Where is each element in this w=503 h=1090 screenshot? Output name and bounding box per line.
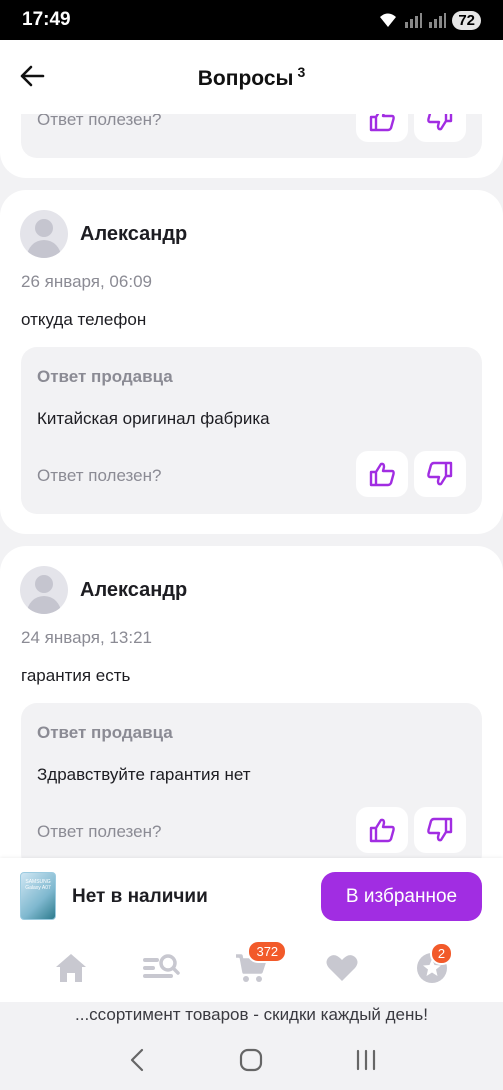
bottom-tab-bar: 372 2 — [0, 934, 503, 1002]
thumbs-down-icon — [427, 114, 453, 131]
thumbs-down-icon — [427, 817, 453, 842]
dislike-button[interactable] — [414, 807, 466, 853]
tab-profile[interactable]: 2 — [408, 942, 456, 992]
add-to-favorites-button[interactable]: В избранное — [321, 872, 482, 921]
dislike-button[interactable] — [414, 114, 466, 142]
thumbs-up-icon — [369, 114, 395, 132]
seller-answer: Ответ продавца Здравствуйте гарантия нет… — [21, 703, 482, 858]
page-title-text: Вопросы — [197, 66, 294, 90]
header: Вопросы 3 — [0, 40, 503, 114]
question-date: 24 января, 13:21 — [21, 628, 152, 647]
answer-label: Ответ продавца — [37, 723, 173, 742]
status-time: 17:49 — [22, 9, 71, 30]
author-name: Александр — [80, 578, 188, 601]
answer-label: Ответ продавца — [37, 367, 173, 386]
question-text: откуда телефон — [21, 310, 147, 329]
battery-level: 72 — [452, 10, 481, 30]
helpful-label: Ответ полезен? — [37, 114, 162, 129]
nav-back-button[interactable] — [117, 1040, 157, 1080]
thumbs-up-icon — [369, 818, 395, 843]
avatar — [20, 566, 68, 614]
home-circle-icon — [240, 1048, 263, 1072]
avatar — [20, 210, 68, 258]
like-button[interactable] — [356, 807, 408, 853]
profile-notification-badge: 2 — [429, 942, 454, 965]
promo-banner[interactable]: ...ссортимент товаров - скидки каждый де… — [0, 1002, 503, 1030]
like-button[interactable] — [356, 451, 408, 497]
answer-text: Китайская оригинал фабрика — [37, 409, 270, 428]
signal-icon-2 — [429, 13, 447, 28]
question-card: Александр 26 января, 06:09 откуда телефо… — [0, 190, 503, 534]
author-name: Александр — [80, 222, 188, 245]
question-author: Александр — [20, 566, 187, 614]
tab-favorites[interactable] — [318, 944, 366, 992]
status-icons: 72 — [378, 10, 481, 30]
heart-icon — [326, 955, 358, 981]
question-card: Александр 24 января, 13:21 гарантия есть… — [0, 546, 503, 858]
back-button[interactable] — [14, 58, 50, 94]
dislike-button[interactable] — [414, 451, 466, 497]
nav-recents-button[interactable] — [346, 1040, 386, 1080]
catalog-search-icon — [143, 954, 181, 978]
nav-home-button[interactable] — [231, 1040, 271, 1080]
helpful-label: Ответ полезен? — [37, 466, 162, 485]
question-date: 26 января, 06:09 — [21, 272, 152, 291]
system-nav-bar — [0, 1030, 503, 1090]
seller-answer: Ответ продавца Китайская оригинал фабрик… — [21, 347, 482, 514]
status-bar: 17:49 72 — [0, 0, 503, 40]
thumbnail-brand-text: SAMSUNG Galaxy A07 — [25, 879, 51, 891]
answer-text: Здравствуйте гарантия нет — [37, 765, 251, 784]
product-bar: SAMSUNG Galaxy A07 Нет в наличии В избра… — [0, 858, 503, 934]
question-author: Александр — [20, 210, 187, 258]
signal-icon — [405, 13, 423, 28]
page-title: Вопросы 3 — [198, 64, 305, 91]
question-count: 3 — [297, 63, 306, 80]
tab-catalog[interactable] — [137, 944, 185, 992]
arrow-left-icon — [20, 65, 45, 87]
cart-count-badge: 372 — [247, 940, 288, 963]
questions-list[interactable]: Ответ полезен? Александр 26 января, 06:0… — [0, 114, 503, 858]
recents-icon — [356, 1049, 375, 1071]
question-text: гарантия есть — [21, 666, 131, 685]
thumbs-up-icon — [369, 462, 395, 487]
product-thumbnail[interactable]: SAMSUNG Galaxy A07 — [20, 872, 56, 920]
chevron-left-icon — [131, 1048, 144, 1072]
wifi-icon — [380, 13, 397, 27]
thumbs-down-icon — [427, 461, 453, 486]
question-card: Ответ полезен? — [0, 114, 503, 178]
seller-answer: Ответ полезен? — [21, 114, 482, 158]
helpful-label: Ответ полезен? — [37, 822, 162, 841]
tab-home[interactable] — [47, 944, 95, 992]
stock-status: Нет в наличии — [72, 886, 208, 907]
home-icon — [56, 954, 87, 982]
tab-cart[interactable]: 372 — [227, 940, 288, 992]
like-button[interactable] — [356, 114, 408, 142]
